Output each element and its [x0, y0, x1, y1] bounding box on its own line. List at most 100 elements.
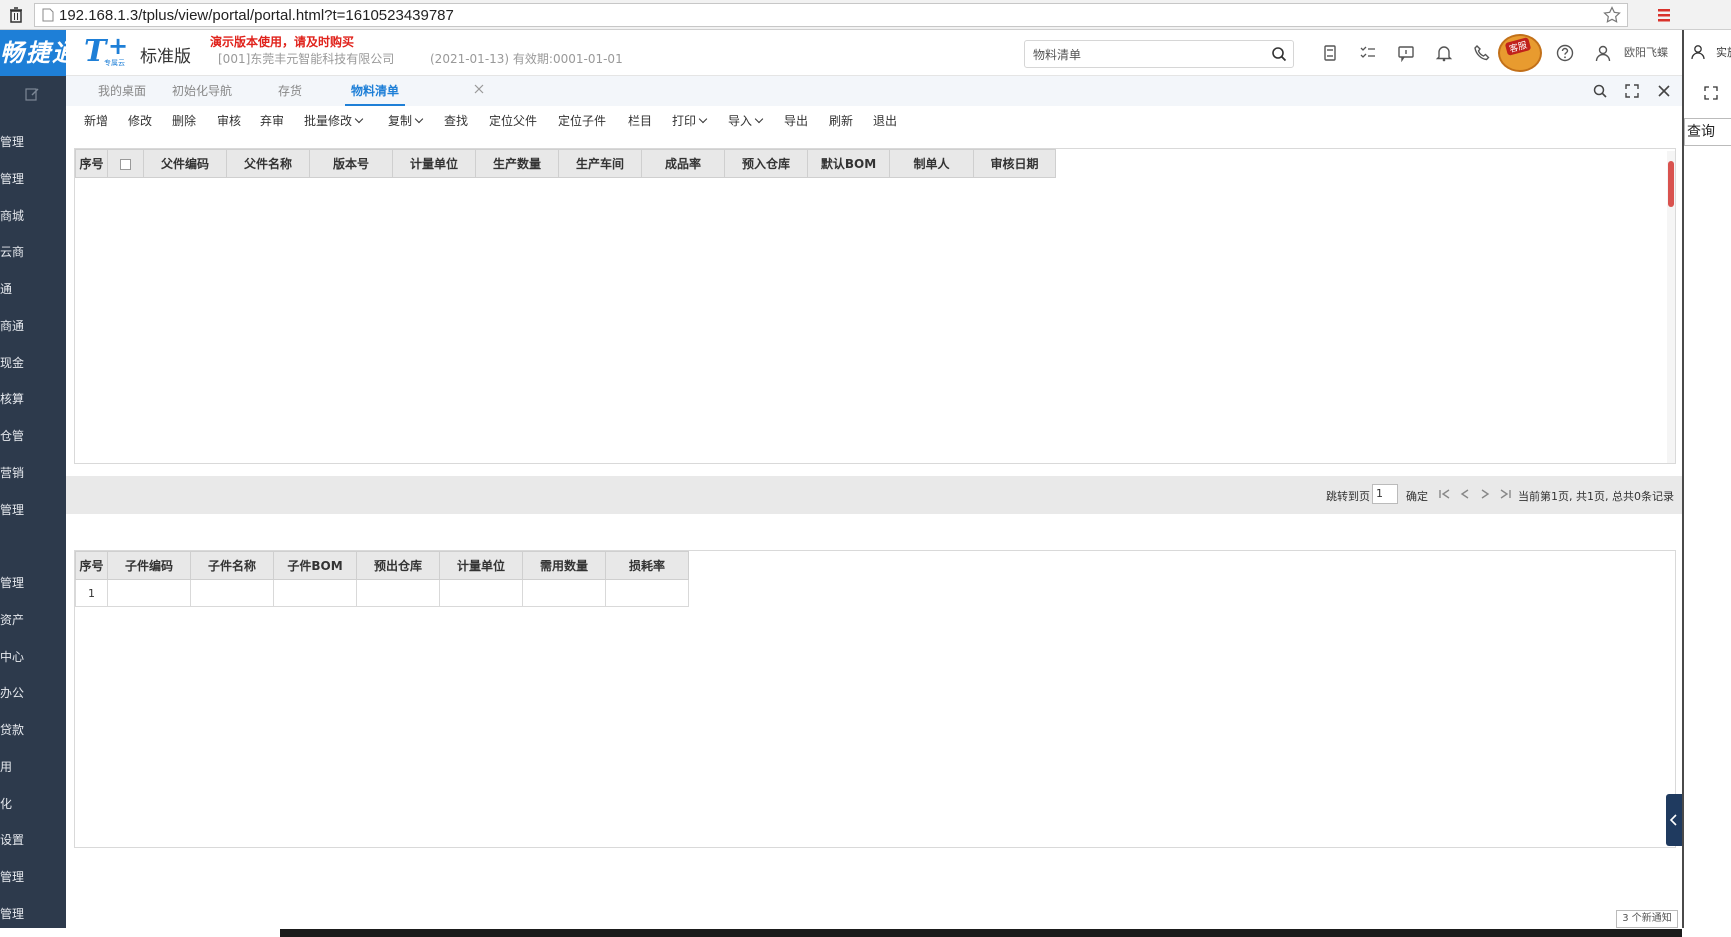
- table-cell[interactable]: [605, 579, 689, 607]
- username[interactable]: 欧阳飞蝶: [1624, 44, 1668, 60]
- user-icon[interactable]: [1594, 44, 1612, 62]
- bell-icon[interactable]: [1435, 44, 1453, 62]
- column-header[interactable]: 子件BOM: [273, 551, 357, 580]
- column-header[interactable]: 生产车间: [558, 149, 642, 178]
- tab-desktop[interactable]: 我的桌面: [98, 76, 146, 106]
- column-header[interactable]: 版本号: [309, 149, 393, 178]
- table-cell[interactable]: [273, 579, 357, 607]
- table-cell[interactable]: [107, 579, 191, 607]
- sidebar-item[interactable]: 通: [0, 277, 66, 301]
- column-header[interactable]: 默认BOM: [807, 149, 890, 178]
- table-cell[interactable]: [439, 579, 523, 607]
- sidebar-item[interactable]: 现金: [0, 351, 66, 375]
- column-header[interactable]: 预出仓库: [356, 551, 440, 580]
- customer-service-avatar[interactable]: 客服: [1498, 34, 1542, 72]
- tab-init-guide[interactable]: 初始化导航: [172, 76, 232, 106]
- print-dropdown[interactable]: 打印: [672, 106, 708, 136]
- sidebar-item[interactable]: 管理: [0, 167, 66, 191]
- batch-edit-dropdown[interactable]: 批量修改: [304, 106, 364, 136]
- table-row[interactable]: 1: [75, 579, 689, 607]
- next-page-icon[interactable]: [1478, 487, 1492, 501]
- column-header[interactable]: 序号: [75, 149, 108, 178]
- sidebar-item[interactable]: 设置: [0, 828, 66, 852]
- refresh-button[interactable]: 刷新: [829, 106, 853, 136]
- sidebar-item[interactable]: 仓管: [0, 424, 66, 448]
- exit-button[interactable]: 退出: [873, 106, 897, 136]
- table-cell[interactable]: [190, 579, 274, 607]
- search-icon[interactable]: [1271, 46, 1287, 62]
- column-header[interactable]: 序号: [75, 551, 108, 580]
- unapprove-button[interactable]: 弃审: [260, 106, 284, 136]
- close-icon[interactable]: [1656, 83, 1672, 99]
- notification-badge[interactable]: 3 个新通知: [1616, 910, 1678, 928]
- fullscreen-icon[interactable]: [1704, 86, 1718, 100]
- table-cell[interactable]: [356, 579, 440, 607]
- import-dropdown[interactable]: 导入: [728, 106, 764, 136]
- sidebar-item[interactable]: 营销: [0, 461, 66, 485]
- select-all-checkbox[interactable]: [120, 158, 131, 170]
- user-icon[interactable]: [1690, 44, 1706, 60]
- column-header[interactable]: 父件名称: [226, 149, 310, 178]
- url-field[interactable]: 192.168.1.3/tplus/view/portal/portal.htm…: [34, 3, 1628, 27]
- select-all-checkbox-cell[interactable]: [107, 149, 144, 178]
- page-number-input[interactable]: 1: [1372, 484, 1398, 504]
- copy-dropdown[interactable]: 复制: [388, 106, 424, 136]
- column-header[interactable]: 预入仓库: [724, 149, 808, 178]
- query-button[interactable]: 查询: [1684, 118, 1731, 146]
- sidebar-item[interactable]: 用: [0, 755, 66, 779]
- sidebar-item[interactable]: 管理: [0, 865, 66, 889]
- sidebar-item[interactable]: 中心: [0, 645, 66, 669]
- sidebar-item[interactable]: 核算: [0, 387, 66, 411]
- task-list-icon[interactable]: [1359, 44, 1377, 62]
- sidebar-item[interactable]: 贷款: [0, 718, 66, 742]
- last-page-icon[interactable]: [1498, 487, 1512, 501]
- column-header[interactable]: 损耗率: [605, 551, 689, 580]
- sidebar-item[interactable]: 化: [0, 792, 66, 816]
- sidebar-item[interactable]: 办公: [0, 681, 66, 705]
- column-header[interactable]: 计量单位: [439, 551, 523, 580]
- fullscreen-icon[interactable]: [1624, 83, 1640, 99]
- sidebar-item[interactable]: 商城: [0, 204, 66, 228]
- message-icon[interactable]: [1397, 44, 1415, 62]
- search-icon[interactable]: [1592, 83, 1608, 99]
- sidebar-item[interactable]: 资产: [0, 608, 66, 632]
- column-header[interactable]: 子件名称: [190, 551, 274, 580]
- trash-icon[interactable]: [8, 7, 24, 23]
- first-page-icon[interactable]: [1438, 487, 1452, 501]
- sidebar-item[interactable]: 云商: [0, 240, 66, 264]
- prev-page-icon[interactable]: [1458, 487, 1472, 501]
- new-button[interactable]: 新增: [84, 106, 108, 136]
- export-button[interactable]: 导出: [784, 106, 808, 136]
- table-cell[interactable]: [522, 579, 606, 607]
- confirm-page-button[interactable]: 确定: [1406, 488, 1428, 504]
- column-header[interactable]: 需用数量: [522, 551, 606, 580]
- help-icon[interactable]: [1556, 44, 1574, 62]
- delete-button[interactable]: 删除: [172, 106, 196, 136]
- edit-icon[interactable]: [24, 86, 40, 102]
- column-header[interactable]: 计量单位: [392, 149, 476, 178]
- close-tab-icon[interactable]: [474, 84, 484, 94]
- scrollbar-thumb[interactable]: [1668, 161, 1674, 207]
- sidebar-item[interactable]: 管理: [0, 498, 66, 522]
- edit-button[interactable]: 修改: [128, 106, 152, 136]
- calculator-icon[interactable]: [1321, 44, 1339, 62]
- column-header[interactable]: 制单人: [889, 149, 974, 178]
- panel-collapse-handle[interactable]: [1666, 794, 1682, 846]
- column-header[interactable]: 父件编码: [143, 149, 227, 178]
- sidebar-item[interactable]: 管理: [0, 130, 66, 154]
- tab-inventory[interactable]: 存货: [278, 76, 302, 106]
- browser-menu-icon[interactable]: [1656, 7, 1672, 23]
- sidebar-item[interactable]: 管理: [0, 571, 66, 595]
- find-button[interactable]: 查找: [444, 106, 468, 136]
- sidebar-item[interactable]: 商通: [0, 314, 66, 338]
- search-input[interactable]: [1033, 45, 1253, 63]
- approve-button[interactable]: 审核: [217, 106, 241, 136]
- header-search[interactable]: [1024, 40, 1294, 68]
- columns-button[interactable]: 栏目: [628, 106, 652, 136]
- column-header[interactable]: 子件编码: [107, 551, 191, 580]
- tab-bom[interactable]: 物料清单: [345, 76, 406, 106]
- sidebar-item[interactable]: 管理: [0, 902, 66, 926]
- locate-child-button[interactable]: 定位子件: [558, 106, 606, 136]
- bookmark-star-icon[interactable]: [1603, 6, 1621, 24]
- column-header[interactable]: 审核日期: [973, 149, 1056, 178]
